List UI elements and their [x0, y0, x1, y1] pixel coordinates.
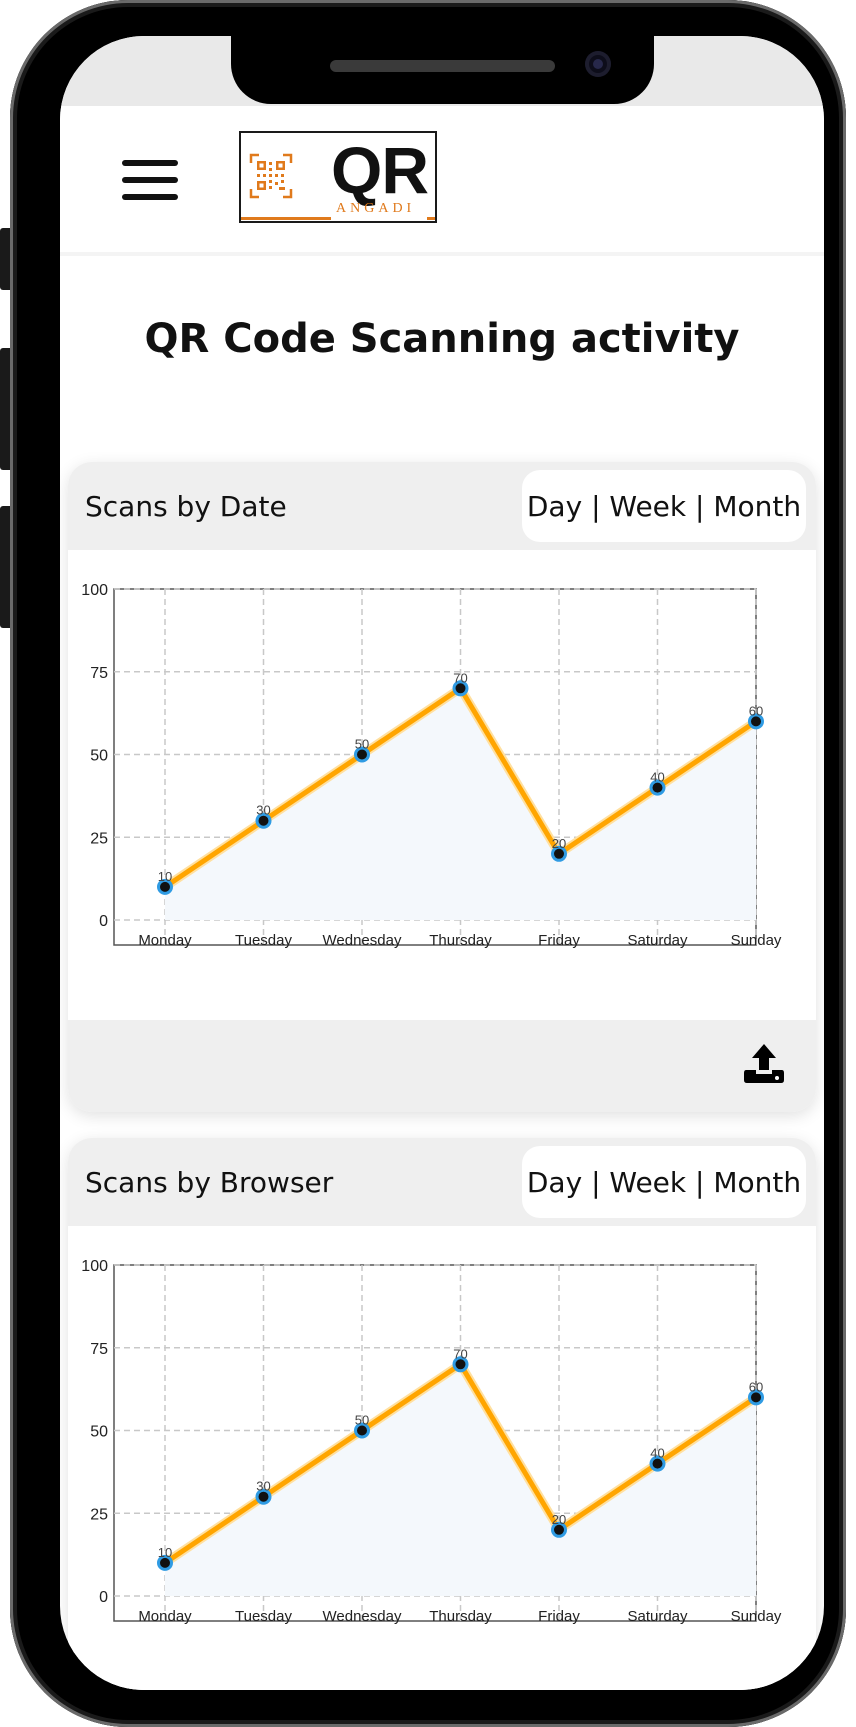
speaker-grille — [330, 60, 555, 72]
y-tick-label: 75 — [90, 1341, 108, 1358]
data-label: 50 — [355, 1413, 369, 1428]
qr-code-icon — [249, 153, 293, 199]
logo-accent-line — [241, 217, 331, 220]
x-tick-label: Thursday — [429, 1608, 492, 1625]
app-header: QR ANGADI — [60, 106, 824, 256]
scans-by-browser-card: Scans by Browser Day | Week | Month 0 25 5… — [68, 1138, 816, 1690]
upload-icon[interactable] — [742, 1042, 786, 1084]
area-fill — [165, 688, 756, 920]
front-camera-icon — [585, 51, 611, 77]
phone-screen: QR ANGADI QR Code Scanning activity Scan… — [60, 36, 824, 1690]
line-chart-scans-by-date: 0 25 50 75 100 Monday Tuesday Wednesday Thursday… — [81, 582, 782, 949]
data-label: 30 — [256, 803, 270, 818]
x-tick-label: Friday — [538, 932, 580, 949]
x-tick-label: Wednesday — [323, 1608, 402, 1625]
x-tick-label: Thursday — [429, 932, 492, 949]
y-tick-label: 50 — [90, 748, 108, 765]
menu-icon[interactable] — [122, 160, 178, 200]
data-label: 10 — [158, 1545, 172, 1560]
x-tick-label: Sunday — [731, 1608, 782, 1625]
phone-frame: QR ANGADI QR Code Scanning activity Scan… — [10, 0, 846, 1727]
data-label: 70 — [453, 670, 467, 685]
y-tick-label: 75 — [90, 665, 108, 682]
data-label: 20 — [552, 1512, 566, 1527]
data-label: 30 — [256, 1479, 270, 1494]
chart-container: 0 25 50 75 100 Monday Tuesday Wednesday Thursday… — [68, 550, 816, 1020]
range-selector[interactable]: Day | Week | Month — [522, 1146, 806, 1218]
y-tick-label: 0 — [99, 913, 108, 930]
x-tick-label: Wednesday — [323, 932, 402, 949]
y-tick-label: 0 — [99, 1589, 108, 1606]
range-selector[interactable]: Day | Week | Month — [522, 470, 806, 542]
y-tick-label: 25 — [90, 1506, 108, 1523]
data-label: 10 — [158, 869, 172, 884]
x-tick-label: Tuesday — [235, 932, 292, 949]
x-tick-label: Monday — [138, 932, 192, 949]
data-label: 60 — [749, 703, 763, 718]
card-header: Scans by Browser Day | Week | Month — [68, 1138, 816, 1226]
data-label: 40 — [650, 1446, 664, 1461]
x-tick-label: Monday — [138, 1608, 192, 1625]
volume-up-button — [0, 348, 10, 470]
x-tick-label: Saturday — [627, 1608, 688, 1625]
data-label: 60 — [749, 1379, 763, 1394]
y-tick-label: 50 — [90, 1424, 108, 1441]
data-label: 70 — [453, 1346, 467, 1361]
x-tick-label: Sunday — [731, 932, 782, 949]
x-tick-label: Tuesday — [235, 1608, 292, 1625]
logo-accent-line-end — [427, 217, 435, 220]
y-tick-label: 100 — [81, 582, 108, 599]
card-header: Scans by Date Day | Week | Month — [68, 462, 816, 550]
card-title: Scans by Browser — [85, 1166, 334, 1199]
silent-switch — [0, 228, 10, 290]
line-chart-scans-by-browser: 0 25 50 75 100 Monday Tuesday Wednesday Thursday… — [81, 1258, 782, 1625]
chart-container: 0 25 50 75 100 Monday Tuesday Wednesday Thursday… — [68, 1226, 816, 1690]
x-tick-label: Friday — [538, 1608, 580, 1625]
logo-text: QR — [331, 133, 429, 207]
volume-down-button — [0, 506, 10, 628]
scans-by-date-card: Scans by Date Day | Week | Month 0 25 50 75… — [68, 462, 816, 1112]
card-title: Scans by Date — [85, 490, 287, 523]
app-logo[interactable]: QR ANGADI — [239, 131, 437, 223]
notch — [231, 36, 654, 104]
data-label: 40 — [650, 770, 664, 785]
area-fill — [165, 1364, 756, 1596]
data-label: 20 — [552, 836, 566, 851]
card-footer — [68, 1020, 816, 1112]
data-label: 50 — [355, 737, 369, 752]
y-tick-label: 100 — [81, 1258, 108, 1275]
logo-subtitle: ANGADI — [336, 201, 416, 216]
y-tick-label: 25 — [90, 830, 108, 847]
x-tick-label: Saturday — [627, 932, 688, 949]
page-title: QR Code Scanning activity — [144, 316, 740, 362]
